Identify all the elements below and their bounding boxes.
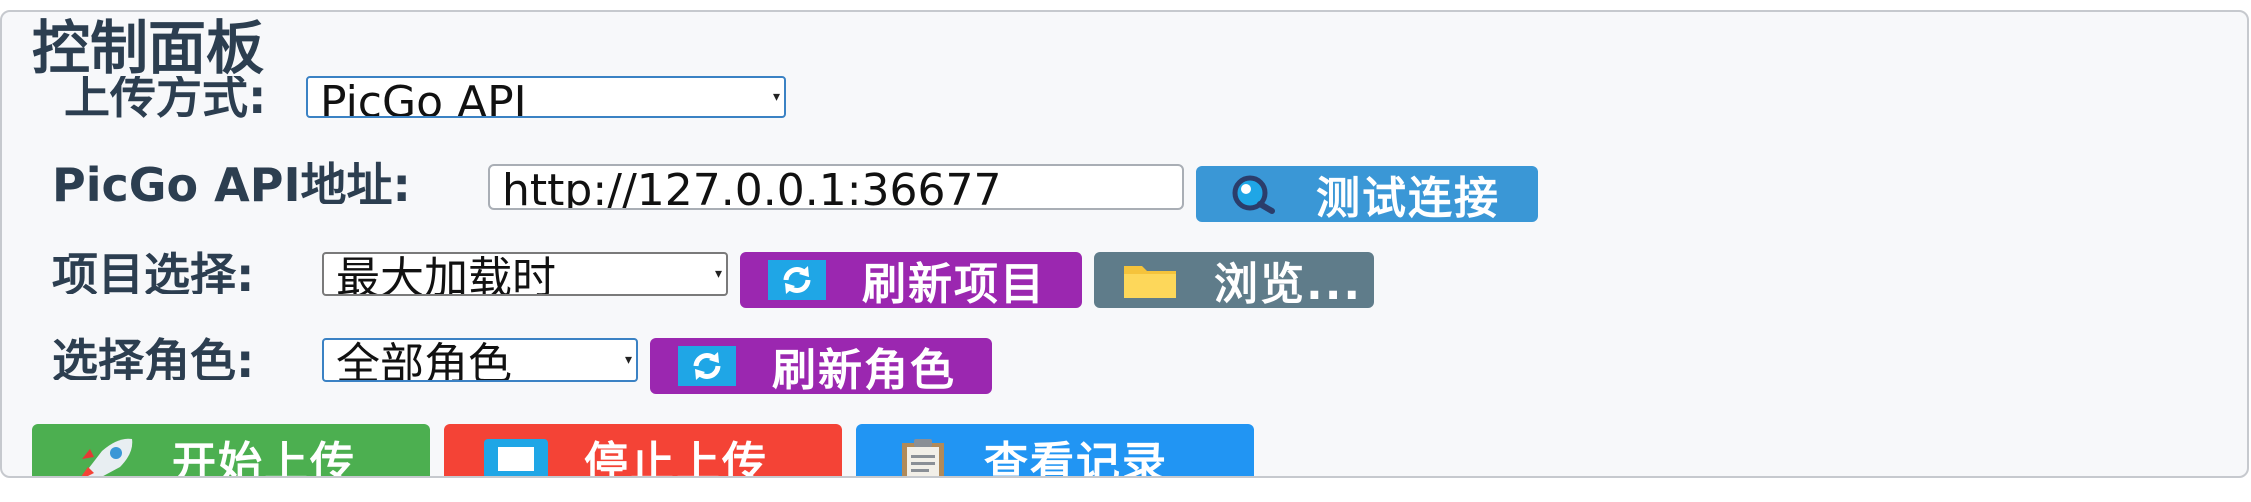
start-upload-label: 开始上传 xyxy=(172,438,356,478)
stop-upload-button[interactable]: 停止上传 xyxy=(444,424,842,478)
control-panel: 控制面板 上传方式: PicGo API ▾ PicGo API地址: http… xyxy=(0,10,2249,478)
browse-button[interactable]: 浏览... xyxy=(1094,252,1374,308)
project-select[interactable]: 最大加载时 ▾ xyxy=(322,252,728,296)
refresh-icon xyxy=(678,346,736,386)
role-label: 选择角色: xyxy=(52,336,255,380)
view-history-button[interactable]: 查看记录 xyxy=(856,424,1254,478)
browse-label: 浏览... xyxy=(1214,259,1363,308)
refresh-roles-label: 刷新角色 xyxy=(772,345,956,394)
magnifier-icon xyxy=(1224,173,1280,215)
test-connection-label: 测试连接 xyxy=(1316,173,1500,222)
clipboard-icon xyxy=(898,437,948,476)
role-select[interactable]: 全部角色 ▾ xyxy=(322,338,638,382)
rocket-icon xyxy=(72,437,136,476)
project-value: 最大加载时 xyxy=(336,253,556,296)
view-history-label: 查看记录 xyxy=(984,438,1168,478)
refresh-projects-button[interactable]: 刷新项目 xyxy=(740,252,1082,308)
refresh-roles-button[interactable]: 刷新角色 xyxy=(650,338,992,394)
dropdown-arrow-icon: ▾ xyxy=(714,266,722,282)
test-connection-button[interactable]: 测试连接 xyxy=(1196,166,1538,222)
refresh-icon xyxy=(768,260,826,300)
upload-method-select[interactable]: PicGo API ▾ xyxy=(306,76,786,118)
api-address-value: http://127.0.0.1:36677 xyxy=(502,165,1002,210)
dropdown-arrow-icon: ▾ xyxy=(624,352,632,368)
api-address-label: PicGo API地址: xyxy=(52,160,411,204)
panel-title: 控制面板 xyxy=(16,12,281,82)
stop-icon xyxy=(484,439,548,476)
role-value: 全部角色 xyxy=(336,339,512,382)
folder-icon xyxy=(1122,260,1178,300)
project-label: 项目选择: xyxy=(52,250,255,294)
stop-upload-label: 停止上传 xyxy=(584,438,768,478)
refresh-projects-label: 刷新项目 xyxy=(862,259,1046,308)
start-upload-button[interactable]: 开始上传 xyxy=(32,424,430,478)
dropdown-arrow-icon: ▾ xyxy=(772,89,780,105)
api-address-input[interactable]: http://127.0.0.1:36677 xyxy=(488,164,1184,210)
upload-method-value: PicGo API xyxy=(320,77,527,118)
